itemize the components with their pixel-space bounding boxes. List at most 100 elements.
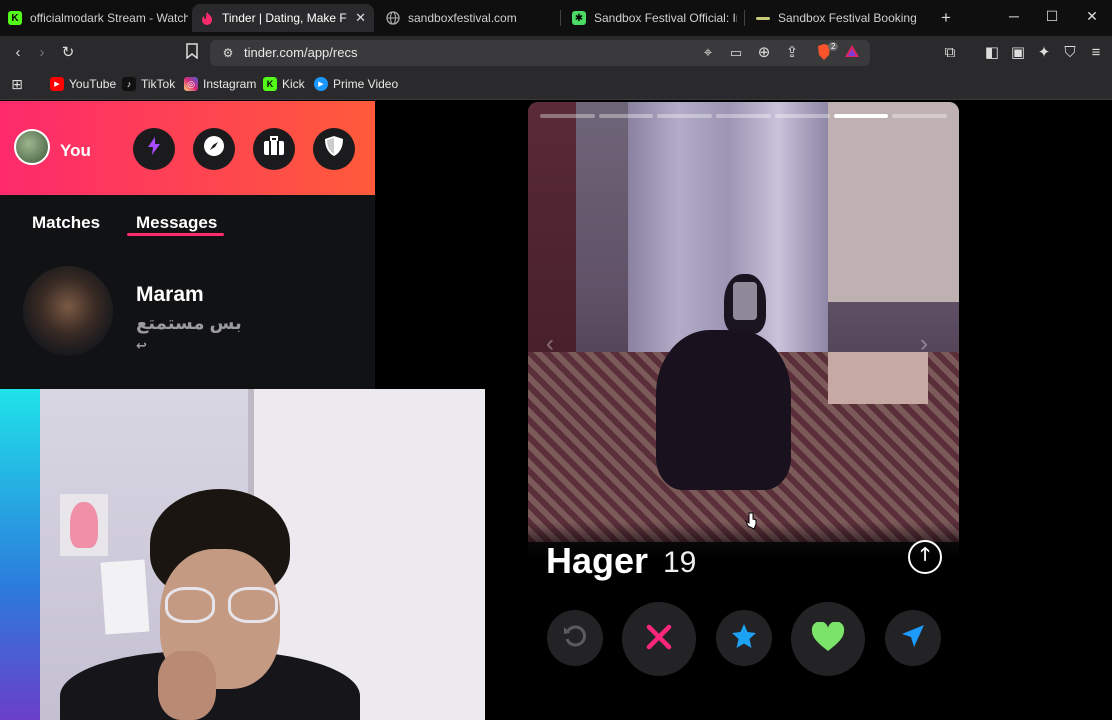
boost-icon (146, 136, 162, 162)
bookmark-label: TikTok (141, 77, 176, 91)
tab-matches[interactable]: Matches (32, 213, 100, 233)
zoom-icon[interactable]: ⊕ (754, 43, 774, 63)
maximize-button[interactable]: ☐ (1042, 8, 1062, 25)
photo-progress (540, 114, 948, 118)
bookmark-label: Prime Video (333, 77, 399, 91)
sandbox-booking-icon (756, 16, 770, 20)
tab-sandbox-booking[interactable]: Sandbox Festival Booking (756, 4, 921, 32)
tiktok-icon: ♪ (122, 77, 136, 91)
send-button[interactable] (885, 610, 941, 666)
photo-progress-segment[interactable] (540, 114, 595, 118)
heart-icon (811, 620, 845, 657)
screenshot-icon[interactable]: ⧉ (940, 43, 960, 63)
explore-button[interactable] (193, 128, 235, 170)
photo-progress-segment[interactable] (774, 114, 830, 118)
bookmark-icon[interactable] (182, 43, 202, 63)
browser-tab-bar: K officialmodark Stream - Watch Tinder |… (0, 0, 1112, 36)
send-icon (900, 623, 926, 654)
safety-shield-icon (324, 135, 344, 163)
sandbox-icon: ✱ (572, 11, 586, 25)
profile-label[interactable]: You (60, 141, 91, 161)
avatar[interactable] (14, 129, 50, 165)
menu-icon[interactable]: ≡ (1086, 43, 1106, 63)
site-settings-icon[interactable]: ⚙ (218, 43, 238, 63)
globe-icon (386, 11, 400, 25)
last-message: بس مستمتع ↩ (136, 313, 242, 353)
bookmark-label: Kick (282, 77, 305, 91)
wallet-icon[interactable]: ▣ (1008, 43, 1028, 63)
url-text: tinder.com/app/recs (244, 45, 358, 60)
mouse-cursor (744, 512, 758, 530)
bookmark-instagram[interactable]: ◎ Instagram (184, 77, 256, 91)
tab-kick-stream[interactable]: K officialmodark Stream - Watch (8, 4, 188, 32)
tab-title: Tinder | Dating, Make Frien (222, 11, 347, 25)
super-like-button[interactable] (716, 610, 772, 666)
profile-card[interactable]: ‹ › Hager 19 🡑 (528, 102, 959, 632)
back-icon[interactable]: ‹ (8, 43, 28, 63)
vpn-icon[interactable]: ⛉ (1060, 43, 1080, 63)
bookmarks-bar: ⊞ ▶ YouTube ♪ TikTok ◎ Instagram K Kick … (0, 70, 1112, 100)
star-icon (730, 622, 758, 655)
active-tab-indicator (127, 233, 224, 236)
prime-video-icon: ▶ (314, 77, 328, 91)
explore-icon (203, 135, 225, 163)
sidebar-icon[interactable]: ◧ (982, 43, 1002, 63)
next-photo-icon[interactable]: › (920, 330, 928, 358)
match-avatar[interactable] (23, 266, 113, 356)
photo-progress-segment[interactable] (598, 114, 654, 118)
bookmark-youtube[interactable]: ▶ YouTube (50, 77, 116, 91)
browser-toolbar: ‹ › ↻ ⚙ tinder.com/app/recs ⌖ ▭ ⊕ ⇪ 2 ⧉ … (0, 36, 1112, 70)
tab-title: Sandbox Festival Official: Instag (594, 11, 737, 25)
tab-sandbox-instagram[interactable]: ✱ Sandbox Festival Official: Instag (572, 4, 737, 32)
rewind-button[interactable] (547, 610, 603, 666)
profile-name: Hager (546, 540, 649, 581)
close-tab-icon[interactable]: ✕ (355, 10, 366, 26)
kick-icon: K (263, 77, 277, 91)
photo-progress-segment[interactable] (657, 114, 713, 118)
close-window-button[interactable]: ✕ (1082, 8, 1102, 25)
minimize-button[interactable]: ─ (1004, 8, 1024, 24)
match-name: Maram (136, 283, 204, 306)
wall-poster (60, 494, 108, 556)
open-profile-button[interactable]: 🡑 (908, 540, 942, 574)
arrow-up-icon: 🡑 (920, 544, 930, 564)
safety-button[interactable] (313, 128, 355, 170)
bookmark-label: YouTube (69, 77, 117, 91)
photo-progress-segment[interactable] (716, 114, 771, 118)
prev-photo-icon[interactable]: ‹ (546, 330, 554, 358)
nope-x-icon (645, 623, 673, 656)
sidebar-header: You (0, 101, 375, 195)
kick-icon: K (8, 11, 22, 25)
apps-grid-icon[interactable]: ⊞ (7, 74, 27, 94)
nope-button[interactable] (622, 602, 696, 676)
address-bar[interactable]: ⚙ tinder.com/app/recs ⌖ ▭ ⊕ ⇪ 2 (210, 40, 870, 66)
tab-tinder[interactable]: Tinder | Dating, Make Frien ✕ (192, 4, 374, 32)
share-icon[interactable]: ⇪ (782, 43, 802, 63)
reload-icon[interactable]: ↻ (58, 43, 78, 63)
webcam-overlay (0, 389, 485, 720)
cast-icon[interactable]: ▭ (726, 43, 746, 63)
brave-rewards-icon[interactable] (842, 43, 862, 63)
tab-title: officialmodark Stream - Watch (30, 11, 188, 25)
youtube-icon: ▶ (50, 77, 64, 91)
location-icon[interactable]: ⌖ (698, 43, 718, 63)
tinder-flame-icon (200, 11, 214, 25)
photo-progress-segment[interactable] (892, 114, 948, 118)
like-button[interactable] (791, 602, 865, 676)
tab-title: sandboxfestival.com (408, 11, 517, 25)
bookmark-prime-video[interactable]: ▶ Prime Video (314, 77, 398, 91)
tab-messages[interactable]: Messages (136, 213, 217, 233)
forward-icon[interactable]: › (32, 43, 52, 63)
bookmark-label: Instagram (203, 77, 257, 91)
bookmark-tiktok[interactable]: ♪ TikTok (122, 77, 175, 91)
bookmark-kick[interactable]: K Kick (263, 77, 305, 91)
passport-button[interactable] (253, 128, 295, 170)
new-tab-button[interactable]: + (936, 8, 956, 28)
profile-age: 19 (663, 546, 697, 579)
leo-ai-icon[interactable]: ✦ (1034, 43, 1054, 63)
boost-button[interactable] (133, 128, 175, 170)
tab-sandboxfestival[interactable]: sandboxfestival.com (386, 4, 556, 32)
rewind-icon (562, 623, 588, 654)
profile-photo[interactable]: ‹ › (528, 102, 959, 542)
photo-progress-segment[interactable] (833, 114, 889, 118)
